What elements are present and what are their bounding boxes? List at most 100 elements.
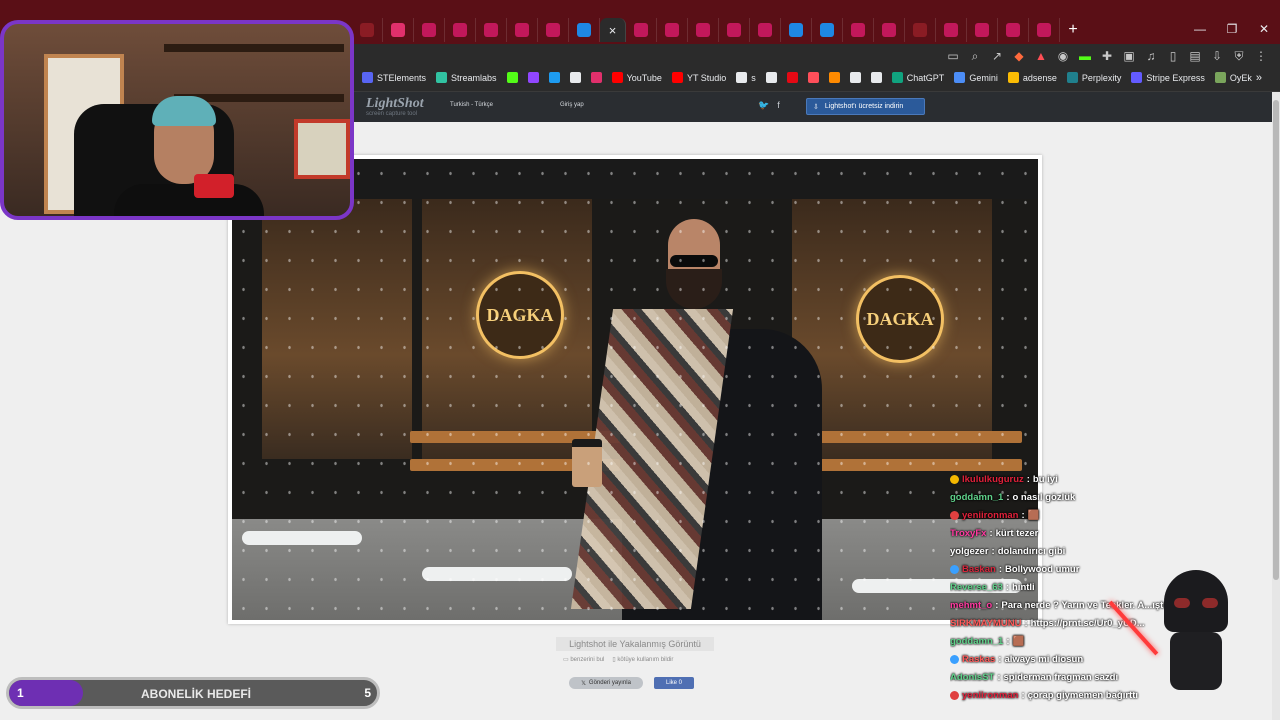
browser-tab[interactable]	[967, 18, 998, 42]
browser-tab[interactable]	[1029, 18, 1060, 42]
social-links: 🐦 f	[758, 100, 780, 111]
chat-username[interactable]: goddamn_1	[950, 492, 1003, 503]
install-app-icon[interactable]: ▭	[944, 47, 962, 65]
bookmark-item[interactable]: STElements	[362, 72, 426, 83]
maximize-button[interactable]: ❐	[1216, 18, 1248, 40]
browser-tab[interactable]	[843, 18, 874, 42]
brave-shield-icon[interactable]: ◆	[1010, 47, 1028, 65]
tab-favicon-icon	[360, 23, 374, 37]
bookmark-item[interactable]	[849, 72, 861, 83]
bookmark-item[interactable]: s	[736, 72, 756, 83]
browser-tab[interactable]	[626, 18, 657, 42]
browser-tab[interactable]	[688, 18, 719, 42]
bookmark-item[interactable]: YouTube	[611, 72, 662, 83]
browser-tab[interactable]	[874, 18, 905, 42]
download-button[interactable]: ⇩ Lightshot'ı ücretsiz indirin	[806, 98, 925, 115]
browser-tab[interactable]	[936, 18, 967, 42]
chat-username[interactable]: lkululkuguruz	[962, 474, 1024, 485]
chat-username[interactable]: yolgezer	[950, 546, 989, 557]
microphone	[194, 174, 234, 198]
extension-icon-2[interactable]: ▬	[1076, 47, 1094, 65]
browser-tab[interactable]	[538, 18, 569, 42]
shield-icon[interactable]: ⛨	[1230, 47, 1248, 65]
download-icon[interactable]: ⇩	[1208, 47, 1226, 65]
bookmark-item[interactable]	[527, 72, 539, 83]
wallet-icon[interactable]: ▤	[1186, 47, 1204, 65]
music-icon[interactable]: ♫	[1142, 47, 1160, 65]
extension-icon-1[interactable]: ◉	[1054, 47, 1072, 65]
tab-list: × +	[352, 18, 1086, 42]
webcam-overlay	[0, 20, 354, 220]
chat-username[interactable]: mehmt_o	[950, 600, 992, 611]
page-scrollbar[interactable]	[1272, 92, 1280, 720]
menu-icon[interactable]: ⋮	[1252, 47, 1270, 65]
new-tab-button[interactable]: +	[1060, 18, 1086, 42]
scrollbar-thumb[interactable]	[1273, 100, 1279, 580]
language-selector[interactable]: Turkish - Türkçe	[450, 102, 493, 108]
bookmark-item[interactable]	[786, 72, 798, 83]
browser-tab[interactable]	[507, 18, 538, 42]
chat-username[interactable]: goddamn_1	[950, 636, 1003, 647]
chat-username[interactable]: AdonisST	[950, 672, 994, 683]
browser-tab[interactable]	[476, 18, 507, 42]
lightshot-logo[interactable]: LightShot	[366, 96, 424, 112]
facebook-icon[interactable]: f	[777, 100, 780, 111]
browser-tab[interactable]	[657, 18, 688, 42]
chat-text: always mi diosun	[1004, 653, 1084, 665]
twitter-icon[interactable]: 🐦	[758, 100, 769, 111]
browser-tab[interactable]	[352, 18, 383, 42]
sidebar-icon[interactable]: ▯	[1164, 47, 1182, 65]
browser-tab[interactable]	[383, 18, 414, 42]
chat-separator: :	[1021, 689, 1025, 701]
close-tab-icon[interactable]: ×	[609, 23, 617, 38]
screenshot-image[interactable]: DAGKA DAGKA	[232, 159, 1038, 620]
report-abuse-link[interactable]: ▯ kötüye kullanım bildir	[612, 656, 673, 663]
bookmarks-more-button[interactable]: »	[1256, 72, 1262, 84]
bookmark-item[interactable]	[590, 72, 602, 83]
browser-tab[interactable]	[781, 18, 812, 42]
bookmark-item[interactable]	[870, 72, 882, 83]
browser-tab[interactable]	[750, 18, 781, 42]
bookmark-item[interactable]	[506, 72, 518, 83]
zoom-icon[interactable]: ⌕	[966, 47, 984, 65]
bookmark-item[interactable]: YT Studio	[671, 72, 726, 83]
screenshot-icon[interactable]: ▣	[1120, 47, 1138, 65]
close-window-button[interactable]: ✕	[1248, 18, 1280, 40]
chat-username[interactable]: TroxyFx	[950, 528, 986, 539]
bookmark-item[interactable]: ChatGPT	[891, 72, 944, 83]
bookmark-item[interactable]	[765, 72, 777, 83]
tweet-button[interactable]: 𝕏 Gönderi yayınla	[569, 677, 643, 689]
chat-username[interactable]: Reverse_63	[950, 582, 1003, 593]
extensions-puzzle-icon[interactable]: ✚	[1098, 47, 1116, 65]
browser-tab[interactable]	[719, 18, 750, 42]
chat-username[interactable]: Baskan	[962, 564, 996, 575]
bookmark-item[interactable]: Streamlabs	[436, 72, 497, 83]
share-icon[interactable]: ↗	[988, 47, 1006, 65]
bookmark-item[interactable]: adsense	[1007, 72, 1057, 83]
chat-username[interactable]: Raskas	[962, 654, 995, 665]
bookmark-item[interactable]: OyEk	[1214, 72, 1252, 83]
chat-username[interactable]: SIRKMAYMUNU	[950, 618, 1021, 629]
bookmark-item[interactable]	[828, 72, 840, 83]
window-controls: — ❐ ✕	[1184, 18, 1280, 40]
browser-tab[interactable]	[414, 18, 445, 42]
bookmark-item[interactable]	[569, 72, 581, 83]
bookmark-item[interactable]: Gemini	[954, 72, 998, 83]
chat-username[interactable]: yeniironman	[962, 690, 1019, 701]
browser-tab[interactable]	[445, 18, 476, 42]
browser-tab[interactable]	[812, 18, 843, 42]
bookmark-item[interactable]: Perplexity	[1066, 72, 1121, 83]
bookmark-item[interactable]	[807, 72, 819, 83]
browser-tab[interactable]	[998, 18, 1029, 42]
login-link[interactable]: Giriş yap	[560, 102, 584, 108]
browser-tab[interactable]	[569, 18, 600, 42]
like-button[interactable]: Like 0	[654, 677, 694, 689]
browser-tab[interactable]	[905, 18, 936, 42]
bookmark-item[interactable]: Stripe Express	[1131, 72, 1205, 83]
browser-tab[interactable]: ×	[600, 18, 626, 42]
minimize-button[interactable]: —	[1184, 18, 1216, 40]
find-similar-link[interactable]: ▭ benzerini bul	[563, 656, 604, 663]
chat-username[interactable]: yeniironman	[962, 510, 1019, 521]
bookmark-item[interactable]	[548, 72, 560, 83]
rewards-icon[interactable]: ▲	[1032, 47, 1050, 65]
